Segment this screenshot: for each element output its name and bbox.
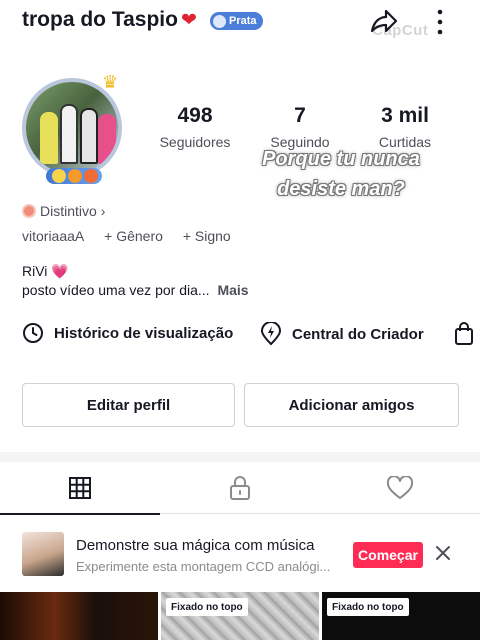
distintivo-link[interactable]: Distintivo › xyxy=(22,203,105,219)
profile-meta: vitoriaaaA + Gênero + Signo xyxy=(22,228,247,244)
shopping-bag-icon xyxy=(455,322,473,345)
heart-emoji: ❤ xyxy=(181,10,197,31)
lightning-icon xyxy=(260,322,282,346)
shortcut-creator-center[interactable]: Central do Criador xyxy=(260,322,424,346)
video-thumbnail[interactable]: Fixado no topo xyxy=(161,592,319,640)
prata-badge[interactable]: Prata xyxy=(210,12,263,30)
badge-people-icon xyxy=(213,14,226,28)
tab-videos[interactable] xyxy=(0,462,160,515)
stat-followers[interactable]: 498 Seguidores xyxy=(145,104,245,150)
crown-icon: ♛ xyxy=(102,72,119,92)
bio-line1: RiVi xyxy=(22,263,48,279)
shortcut-watch-history[interactable]: Histórico de visualização xyxy=(22,322,233,344)
bio-more-link[interactable]: Mais xyxy=(217,282,248,298)
promo-thumbnail xyxy=(22,532,64,576)
overlay-caption: Porque tu nunca desiste man? xyxy=(236,144,446,204)
profile-header: tropa do Taspio ❤ Prata CapCut xyxy=(0,0,480,46)
distintivo-label: Distintivo xyxy=(40,203,97,219)
add-gender-link[interactable]: + Gênero xyxy=(104,228,163,244)
tab-private[interactable] xyxy=(160,462,320,514)
creator-center-label: Central do Criador xyxy=(292,325,424,343)
badge-label: Prata xyxy=(229,15,257,27)
avatar[interactable]: ♛ xyxy=(18,72,126,184)
overlay-caption-line1: Porque tu nunca xyxy=(262,148,420,170)
edit-profile-button[interactable]: Editar perfil xyxy=(22,383,235,427)
grid-icon xyxy=(69,477,91,499)
add-friends-button[interactable]: Adicionar amigos xyxy=(244,383,459,427)
shortcut-shop[interactable] xyxy=(454,322,474,346)
chevron-right-icon: › xyxy=(100,203,106,219)
promo-start-button[interactable]: Começar xyxy=(353,542,423,568)
followers-label: Seguidores xyxy=(159,134,231,150)
more-vertical-icon[interactable] xyxy=(430,5,450,39)
video-thumbnail[interactable]: Fixado no topo xyxy=(322,592,480,640)
clock-icon xyxy=(23,323,43,343)
distintivo-icon xyxy=(22,204,36,218)
avatar-badge-ribbon xyxy=(46,168,102,184)
profile-shortcuts: Histórico de visualização Central do Cri… xyxy=(22,322,480,346)
promo-subtitle: Experimente esta montagem CCD analógi... xyxy=(76,559,331,574)
section-divider xyxy=(0,452,480,462)
bio-heart-emoji: 💗 xyxy=(51,263,69,279)
likes-count: 3 mil xyxy=(381,104,429,127)
pinned-label: Fixado no topo xyxy=(327,598,409,616)
music-promo-banner[interactable]: Demonstre sua mágica com música Experime… xyxy=(0,526,480,582)
video-grid: Fixado no topo Fixado no topo xyxy=(0,592,480,640)
heart-outline-icon xyxy=(386,476,414,499)
add-sign-link[interactable]: + Signo xyxy=(183,228,231,244)
followers-count: 498 xyxy=(177,104,213,127)
video-thumbnail[interactable] xyxy=(0,592,158,640)
tab-liked[interactable] xyxy=(320,462,480,514)
bio: RiVi 💗 posto vídeo uma vez por dia... Ma… xyxy=(22,262,249,300)
following-count: 7 xyxy=(294,104,306,127)
share-icon[interactable] xyxy=(366,5,400,39)
content-tabs xyxy=(0,462,480,515)
bio-line2: posto vídeo uma vez por dia... xyxy=(22,282,210,298)
username-title: tropa do Taspio xyxy=(22,8,178,31)
watch-history-label: Histórico de visualização xyxy=(54,324,234,342)
avatar-photo xyxy=(22,78,122,178)
lock-icon xyxy=(230,476,250,500)
overlay-caption-line2: desiste man? xyxy=(277,178,405,200)
promo-title: Demonstre sua mágica com música xyxy=(76,537,315,554)
pinned-label: Fixado no topo xyxy=(166,598,248,616)
handle-text: vitoriaaaA xyxy=(22,228,85,244)
close-icon[interactable] xyxy=(434,544,452,562)
